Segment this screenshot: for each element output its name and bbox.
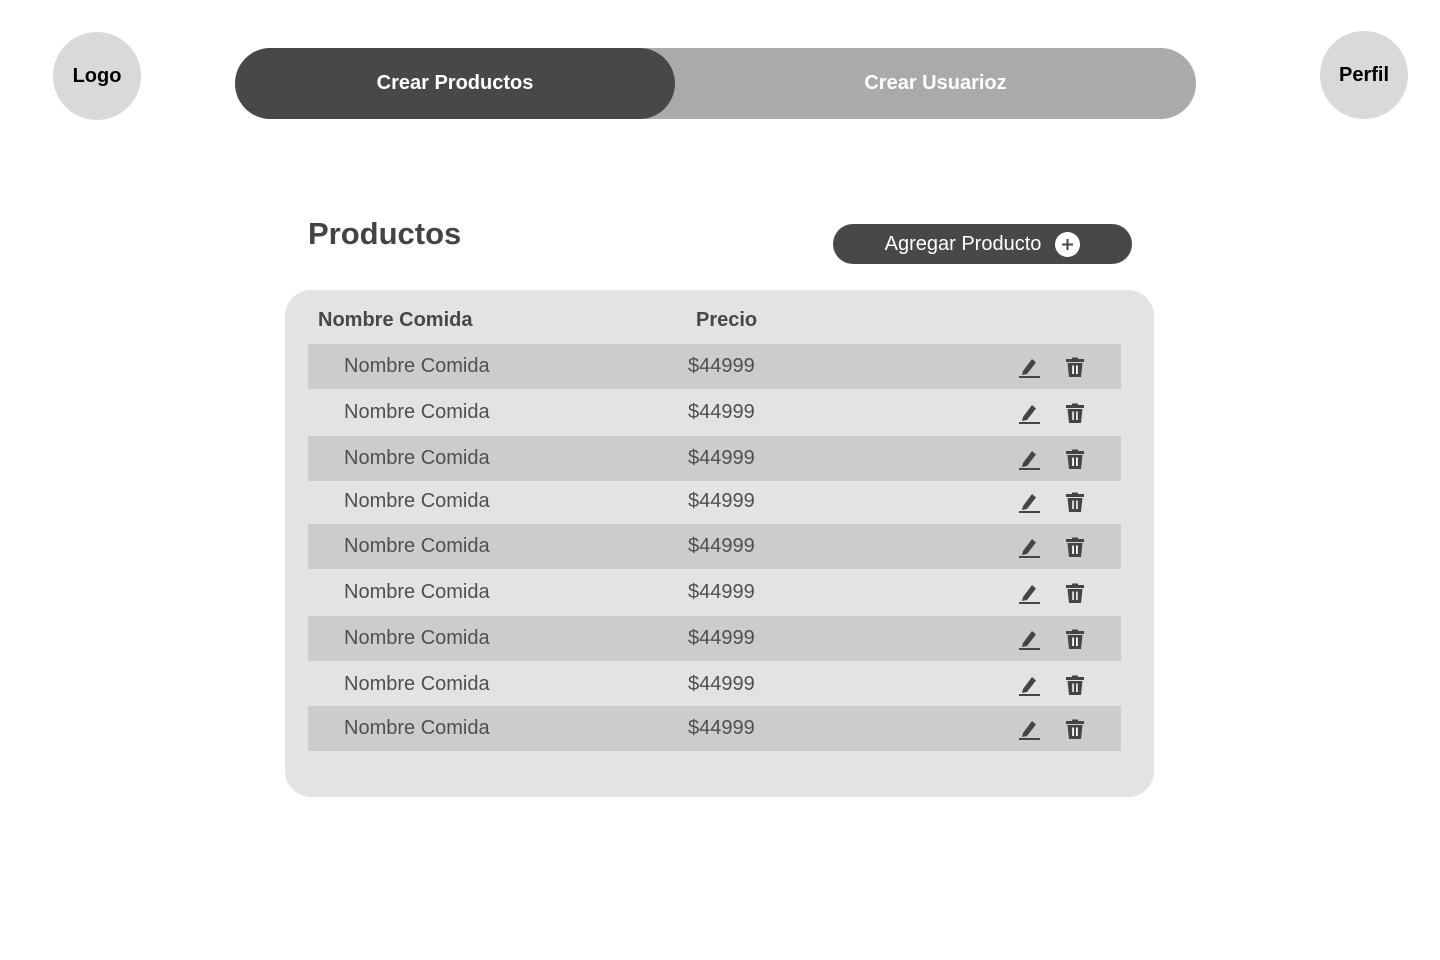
page-title: Productos <box>308 216 462 251</box>
trash-icon[interactable] <box>1062 489 1088 515</box>
table-row: Nombre Comida $44999 <box>308 436 1121 481</box>
tab-crear-productos[interactable]: Crear Productos <box>235 48 675 119</box>
product-price: $44999 <box>688 447 755 469</box>
products-table: Nombre Comida Precio Nombre Comida $4499… <box>285 290 1154 797</box>
tab-label: Crear Productos <box>376 72 534 94</box>
product-price: $44999 <box>688 673 755 695</box>
table-row: Nombre Comida $44999 <box>308 390 1121 435</box>
pencil-icon[interactable] <box>1016 626 1042 652</box>
trash-icon[interactable] <box>1062 672 1088 698</box>
table-row: Nombre Comida $44999 <box>308 706 1121 751</box>
pencil-icon[interactable] <box>1016 716 1042 742</box>
pencil-icon[interactable] <box>1016 580 1042 606</box>
trash-icon[interactable] <box>1062 534 1088 560</box>
trash-icon[interactable] <box>1062 626 1088 652</box>
profile-button[interactable]: Perfil <box>1320 31 1408 119</box>
add-product-button[interactable]: Agregar Producto <box>833 224 1132 264</box>
product-price: $44999 <box>688 490 755 512</box>
trash-icon[interactable] <box>1062 716 1088 742</box>
product-price: $44999 <box>688 717 755 739</box>
product-name: Nombre Comida <box>344 447 490 469</box>
product-price: $44999 <box>688 401 755 423</box>
trash-icon[interactable] <box>1062 400 1088 426</box>
profile-label: Perfil <box>1338 63 1390 86</box>
pencil-icon[interactable] <box>1016 672 1042 698</box>
pencil-icon[interactable] <box>1016 354 1042 380</box>
table-row: Nombre Comida $44999 <box>308 570 1121 615</box>
column-header-name: Nombre Comida <box>318 309 473 331</box>
logo[interactable]: Logo <box>53 32 141 120</box>
pencil-icon[interactable] <box>1016 446 1042 472</box>
product-name: Nombre Comida <box>344 490 490 512</box>
trash-icon[interactable] <box>1062 580 1088 606</box>
product-price: $44999 <box>688 535 755 557</box>
pencil-icon[interactable] <box>1016 534 1042 560</box>
product-name: Nombre Comida <box>344 717 490 739</box>
tab-crear-usuarios[interactable]: Crear Usuarioz <box>675 48 1196 119</box>
product-price: $44999 <box>688 355 755 377</box>
column-header-price: Precio <box>696 309 758 331</box>
trash-icon[interactable] <box>1062 446 1088 472</box>
table-row: Nombre Comida $44999 <box>308 479 1121 524</box>
product-name: Nombre Comida <box>344 627 490 649</box>
product-price: $44999 <box>688 581 755 603</box>
tab-bar: Crear Usuarioz Crear Productos <box>235 48 1196 119</box>
trash-icon[interactable] <box>1062 354 1088 380</box>
table-row: Nombre Comida $44999 <box>308 524 1121 569</box>
product-name: Nombre Comida <box>344 401 490 423</box>
product-price: $44999 <box>688 627 755 649</box>
product-name: Nombre Comida <box>344 535 490 557</box>
add-product-label: Agregar Producto <box>884 232 1042 255</box>
tab-label: Crear Usuarioz <box>864 72 1007 94</box>
table-row: Nombre Comida $44999 <box>308 662 1121 707</box>
product-name: Nombre Comida <box>344 581 490 603</box>
table-row: Nombre Comida $44999 <box>308 616 1121 661</box>
product-name: Nombre Comida <box>344 673 490 695</box>
plus-circle-icon <box>1055 231 1081 257</box>
logo-label: Logo <box>72 64 122 87</box>
pencil-icon[interactable] <box>1016 489 1042 515</box>
pencil-icon[interactable] <box>1016 400 1042 426</box>
product-name: Nombre Comida <box>344 355 490 377</box>
table-row: Nombre Comida $44999 <box>308 344 1121 389</box>
